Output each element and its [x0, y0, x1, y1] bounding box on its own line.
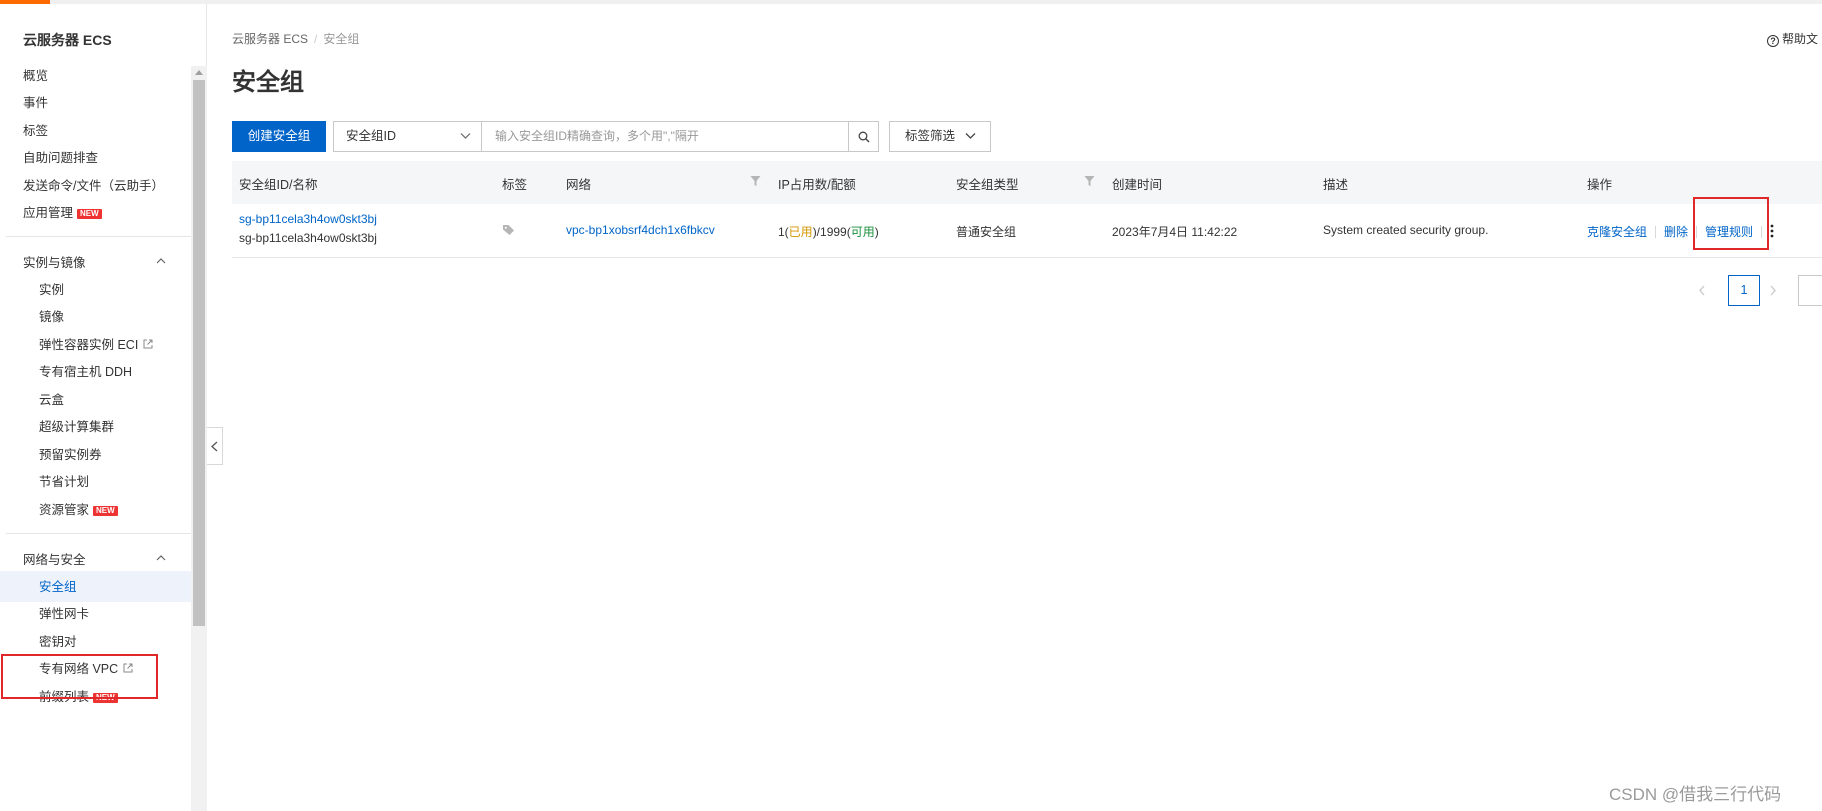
ip-used-label: 已用	[788, 225, 813, 239]
chevron-left-icon	[211, 441, 218, 452]
breadcrumb-root[interactable]: 云服务器 ECS	[232, 32, 308, 46]
sidebar-item-super-computing[interactable]: 超级计算集群	[39, 417, 114, 437]
ip-usage-value: 1(已用)/1999(可用)	[778, 223, 879, 240]
next-page-icon[interactable]	[1768, 275, 1778, 306]
search-input[interactable]: 输入安全组ID精确查询，多个用","隔开	[481, 121, 849, 152]
sidebar-item-app-management[interactable]: 应用管理 NEW	[23, 203, 102, 223]
sidebar-item-images[interactable]: 镜像	[39, 307, 64, 327]
table-header: 安全组ID/名称 标签 网络 IP占用数/配额 安全组类型 创建时间 描述 操作	[232, 161, 1822, 204]
new-badge: NEW	[77, 209, 102, 219]
action-separator	[1655, 226, 1657, 238]
sidebar-divider	[6, 236, 191, 237]
sidebar-item-security-groups[interactable]: 安全组	[39, 577, 77, 597]
sidebar-item-key-pairs[interactable]: 密钥对	[39, 632, 77, 652]
column-header-tag: 标签	[502, 178, 528, 192]
security-group-type: 普通安全组	[956, 225, 1017, 239]
sidebar-item-cloud-box[interactable]: 云盒	[39, 390, 64, 410]
ip-available-label: 可用	[850, 225, 875, 239]
breadcrumb-separator: /	[314, 32, 318, 46]
sidebar-item-label: 弹性容器实例 ECI	[39, 338, 139, 352]
sidebar-active-highlight	[0, 571, 191, 602]
filter-icon[interactable]	[1084, 175, 1095, 187]
select-value: 安全组ID	[346, 129, 397, 143]
highlight-box-security-group-nav	[1, 654, 158, 699]
clone-security-group-link[interactable]: 克隆安全组	[1587, 225, 1647, 239]
sidebar-item-eni[interactable]: 弹性网卡	[39, 604, 89, 624]
column-header-ip-usage: IP占用数/配额	[778, 178, 856, 192]
sidebar-title: 云服务器 ECS	[23, 32, 112, 48]
created-time: 2023年7月4日 11:42:22	[1112, 225, 1238, 239]
chevron-down-icon	[965, 133, 976, 139]
breadcrumb-current: 安全组	[323, 32, 360, 46]
sidebar-group-label: 网络与安全	[23, 553, 86, 567]
sidebar-divider	[6, 533, 191, 534]
highlight-box-manage-rules	[1693, 197, 1769, 250]
security-group-name: sg-bp11cela3h4ow0skt3bj	[239, 231, 377, 245]
description: System created security group.	[1323, 223, 1489, 237]
previous-page-icon[interactable]	[1697, 275, 1707, 306]
scroll-up-arrow-icon[interactable]	[195, 70, 203, 75]
filter-icon[interactable]	[750, 175, 761, 187]
column-header-network: 网络	[566, 178, 592, 192]
network-vpc-link[interactable]: vpc-bp1xobsrf4dch1x6fbkcv	[566, 223, 715, 237]
page-title: 安全组	[232, 69, 304, 96]
column-header-actions: 操作	[1587, 178, 1613, 192]
help-label: 帮助文	[1782, 32, 1819, 46]
sidebar-item-eci[interactable]: 弹性容器实例 ECI	[39, 335, 154, 355]
sidebar-item-troubleshoot[interactable]: 自助问题排查	[23, 148, 98, 168]
main-content: 云服务器 ECS / 安全组 安全组 ? 帮助文 创建安全组 安全组ID 输入安全组I…	[232, 4, 1822, 811]
sidebar-item-events[interactable]: 事件	[23, 93, 48, 113]
help-icon: ?	[1767, 35, 1779, 47]
ip-close-paren: )	[874, 225, 879, 239]
sidebar-item-label: 应用管理	[23, 206, 74, 220]
sidebar-item-send-command[interactable]: 发送命令/文件（云助手）	[23, 176, 164, 196]
search-button[interactable]	[848, 121, 879, 152]
sidebar-item-resource-manager[interactable]: 资源管家 NEW	[39, 500, 118, 520]
chevron-up-icon[interactable]	[156, 553, 166, 563]
sidebar-scroll-area: 概览 事件 标签 自助问题排查 发送命令/文件（云助手） 应用管理 NEW 实例与…	[0, 66, 191, 811]
more-actions-icon[interactable]	[1770, 224, 1774, 238]
tag-filter-dropdown[interactable]: 标签筛选	[889, 121, 991, 152]
sidebar-scrollbar[interactable]	[191, 66, 207, 811]
ip-quota: )/1999(	[812, 225, 851, 239]
watermark: CSDN @借我三行代码	[1609, 785, 1782, 804]
tag-icon[interactable]	[502, 224, 515, 236]
external-link-icon	[143, 339, 153, 349]
ip-used-count: 1(	[778, 225, 789, 239]
chevron-down-icon	[460, 133, 471, 139]
column-header-created: 创建时间	[1112, 178, 1163, 192]
chevron-up-icon[interactable]	[156, 256, 166, 266]
help-link[interactable]: ? 帮助文	[1767, 30, 1818, 47]
table-row: sg-bp11cela3h4ow0skt3bj sg-bp11cela3h4ow…	[232, 204, 1822, 258]
column-header-description: 描述	[1323, 178, 1349, 192]
sidebar-item-ddh[interactable]: 专有宿主机 DDH	[39, 362, 132, 382]
sidebar-collapse-button[interactable]	[207, 427, 223, 465]
column-header-id-name: 安全组ID/名称	[239, 178, 318, 192]
scrollbar-thumb[interactable]	[193, 80, 205, 626]
column-header-type: 安全组类型	[956, 178, 1019, 192]
search-icon	[858, 131, 870, 143]
sidebar-group-label: 实例与镜像	[23, 256, 86, 270]
sidebar-item-label: 资源管家	[39, 503, 90, 517]
search-field-select[interactable]: 安全组ID	[333, 121, 482, 152]
sidebar-item-overview[interactable]: 概览	[23, 66, 48, 86]
page-number-current[interactable]: 1	[1728, 275, 1760, 306]
page-size-select[interactable]	[1798, 275, 1822, 306]
breadcrumb: 云服务器 ECS / 安全组	[232, 30, 359, 47]
new-badge: NEW	[93, 506, 118, 516]
sidebar-item-tags[interactable]: 标签	[23, 121, 48, 141]
delete-link[interactable]: 删除	[1664, 225, 1688, 239]
create-security-group-button[interactable]: 创建安全组	[232, 121, 326, 152]
security-group-id-link[interactable]: sg-bp11cela3h4ow0skt3bj	[239, 212, 377, 226]
sidebar-item-reserved-instances[interactable]: 预留实例券	[39, 445, 102, 465]
sidebar-item-instances[interactable]: 实例	[39, 280, 64, 300]
sidebar-item-savings-plan[interactable]: 节省计划	[39, 472, 89, 492]
tag-filter-label: 标签筛选	[905, 129, 956, 143]
